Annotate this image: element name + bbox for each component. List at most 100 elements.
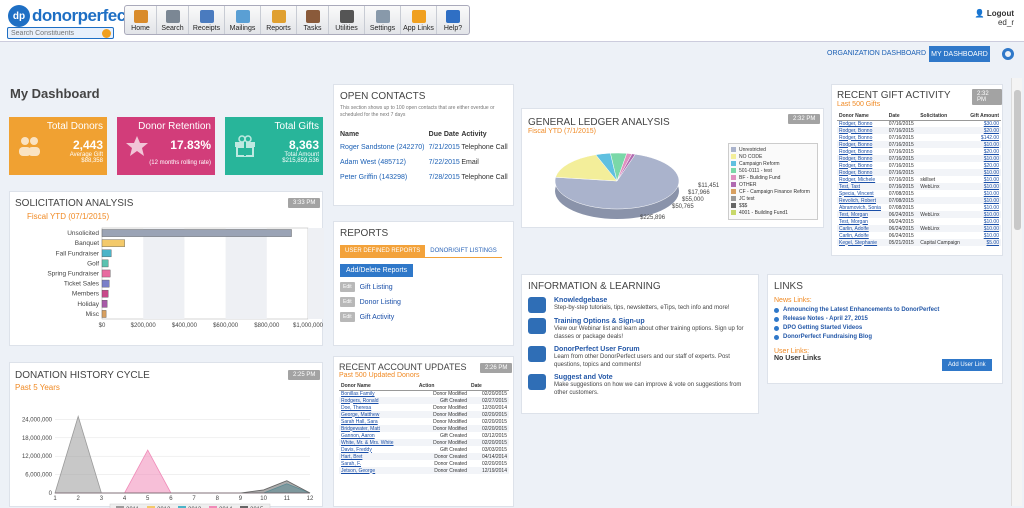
gift-amount-link[interactable]: $10.00 [966,232,1001,239]
gift-amount-link[interactable]: $30.00 [966,120,1001,127]
refresh-time[interactable]: 2:32 PM [788,114,821,124]
info-heading-link[interactable]: Suggest and Vote [554,374,752,381]
info-heading-link[interactable]: Knowledgebase [554,297,730,304]
news-link[interactable]: Announcing the Latest Enhancements to Do… [774,307,996,313]
news-link[interactable]: Release Notes - April 27, 2015 [774,316,996,322]
donor-name-link[interactable]: Abramovich, Sonia [837,204,887,211]
donor-name-link[interactable]: Rodger, Bonno [837,134,887,141]
donor-name-link[interactable]: Rodgers, Ronald [339,397,417,404]
news-link-text[interactable]: Announcing the Latest Enhancements to Do… [783,307,939,313]
refresh-time[interactable]: 2:26 PM [480,363,513,373]
news-link[interactable]: DonorPerfect Fundraising Blog [774,334,996,340]
gift-amount-link[interactable]: $10.00 [966,169,1001,176]
donor-name-link[interactable]: White, Mr. & Mrs. White [339,439,417,446]
organization-dashboard-link[interactable]: ORGANIZATION DASHBOARD [827,50,926,57]
info-item[interactable]: Training Options & Sign-up View our Webin… [528,318,752,341]
donor-name-link[interactable]: Rodger, Michele [837,176,887,183]
tab-donor-gift-listings[interactable]: DONOR/GIFT LISTINGS [425,245,502,258]
donor-name-link[interactable]: Test, Morgan [837,211,887,218]
donor-name-link[interactable]: Revolich, Robert [837,197,887,204]
donor-name-link[interactable]: Kegel, Stephanie [837,239,887,246]
donor-name-link[interactable]: Gannon, Aaron [339,432,417,439]
donor-name-link[interactable]: George, Matthew [339,411,417,418]
gift-amount-link[interactable]: $20.00 [966,127,1001,134]
news-link[interactable]: DPO Getting Started Videos [774,325,996,331]
my-dashboard-button[interactable]: MY DASHBOARD [929,46,990,62]
info-item[interactable]: DonorPerfect User Forum Learn from other … [528,346,752,369]
nav-utilities[interactable]: Utilities [329,6,365,34]
gift-amount-link[interactable]: $10.00 [966,204,1001,211]
news-link-text[interactable]: DPO Getting Started Videos [783,325,862,331]
gear-icon[interactable] [1002,48,1014,60]
edit-report-button[interactable]: Edit [340,282,355,292]
nav-search[interactable]: Search [157,6,189,34]
nav-reports[interactable]: Reports [261,6,297,34]
donor-name-link[interactable]: Bridgewater, Matt [339,425,417,432]
news-link-text[interactable]: DonorPerfect Fundraising Blog [783,334,872,340]
donor-name-link[interactable]: Rodger, Bonno [837,120,887,127]
nav-settings[interactable]: Settings [365,6,401,34]
donor-name-link[interactable]: Sarah Hall, Sara [339,418,417,425]
edit-report-button[interactable]: Edit [340,312,355,322]
report-link-gift-listing[interactable]: Gift Listing [360,284,393,291]
nav-app-links[interactable]: App Links [401,6,437,34]
donor-name-link[interactable]: Rodger, Bonno [837,148,887,155]
donor-name-link[interactable]: Doe, Theresa [339,404,417,411]
contact-name-link[interactable]: Peter Griffin (143298) [340,170,429,185]
info-item[interactable]: Knowledgebase Step-by-step tutorials, tip… [528,297,752,313]
scrollbar-thumb[interactable] [1014,90,1021,230]
gift-amount-link[interactable]: $10.00 [966,197,1001,204]
donor-name-link[interactable]: Rodger, Bonno [837,162,887,169]
donor-name-link[interactable]: Specia, Vincent [837,190,887,197]
donor-name-link[interactable]: Jetson, George [339,467,417,474]
total-donors-card[interactable]: Total Donors 2,443 Average Gift $88,358 [9,117,107,175]
news-link-text[interactable]: Release Notes - April 27, 2015 [783,316,868,322]
tab-user-defined-reports[interactable]: USER DEFINED REPORTS [340,245,426,258]
total-gifts-card[interactable]: Total Gifts 8,363 Total Amount $215,859,… [225,117,323,175]
nav-help[interactable]: Help? [437,6,469,34]
gift-amount-link[interactable]: $10.00 [966,225,1001,232]
gift-amount-link[interactable]: $20.00 [966,162,1001,169]
donor-name-link[interactable]: Bonillas Family [339,390,417,397]
nav-home[interactable]: Home [125,6,157,34]
add-delete-reports-button[interactable]: Add/Delete Reports [340,264,414,277]
donor-name-link[interactable]: Davis, Freddy [339,446,417,453]
search-constituents-input[interactable] [7,27,114,39]
gift-amount-link[interactable]: $5.00 [966,239,1001,246]
gift-amount-link[interactable]: $10.00 [966,183,1001,190]
gift-amount-link[interactable]: $10.00 [966,190,1001,197]
nav-mailings[interactable]: Mailings [225,6,261,34]
gift-amount-link[interactable]: $20.00 [966,148,1001,155]
donor-retention-card[interactable]: Donor Retention 17.83% (12 months rollin… [117,117,215,175]
nav-receipts[interactable]: Receipts [189,6,225,34]
donor-name-link[interactable]: Carlin, Adolfe [837,232,887,239]
donor-name-link[interactable]: Hart, Bret [339,453,417,460]
donor-name-link[interactable]: Rodger, Bonno [837,141,887,148]
gift-amount-link[interactable]: $10.00 [966,155,1001,162]
donor-name-link[interactable]: Test, Tast [837,183,887,190]
page-scrollbar[interactable] [1011,78,1022,506]
donor-name-link[interactable]: Sarah, F. [339,460,417,467]
gift-amount-link[interactable]: $10.00 [966,218,1001,225]
donor-name-link[interactable]: Test, Morgan [837,218,887,225]
gift-amount-link[interactable]: $142.00 [966,134,1001,141]
refresh-time[interactable]: 2:32 PM [972,89,1002,105]
report-link-gift-activity[interactable]: Gift Activity [360,314,395,321]
info-item[interactable]: Suggest and Vote Make suggestions on how … [528,374,752,397]
info-heading-link[interactable]: Training Options & Sign-up [554,318,752,325]
donor-name-link[interactable]: Rodger, Bonno [837,169,887,176]
gift-amount-link[interactable]: $10.00 [966,141,1001,148]
donor-name-link[interactable]: Carlin, Adolfe [837,225,887,232]
donor-name-link[interactable]: Rodger, Bonno [837,127,887,134]
contact-name-link[interactable]: Roger Sandstone (242270) [340,140,429,155]
gift-amount-link[interactable]: $10.00 [966,176,1001,183]
logout-link[interactable]: 👤 Logout [975,9,1014,18]
nav-tasks[interactable]: Tasks [297,6,329,34]
info-heading-link[interactable]: DonorPerfect User Forum [554,346,752,353]
search-go-icon[interactable] [102,29,111,38]
add-user-link-button[interactable]: Add User Link [942,359,992,371]
report-link-donor-listing[interactable]: Donor Listing [360,299,401,306]
donorperfect-logo[interactable]: dp donorperfect [8,5,131,27]
contact-name-link[interactable]: Adam West (485712) [340,155,429,170]
donor-name-link[interactable]: Rodger, Bonno [837,155,887,162]
